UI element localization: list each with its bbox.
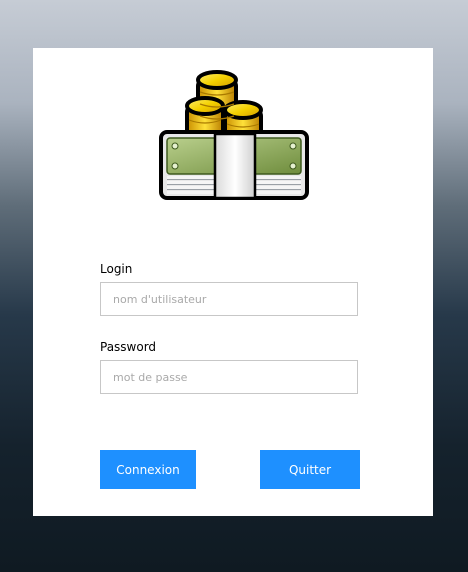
money-stack-icon: [159, 70, 309, 200]
connect-button[interactable]: Connexion: [100, 450, 196, 489]
login-label: Login: [100, 262, 133, 276]
login-card: Login Password Connexion Quitter: [33, 48, 433, 516]
username-input[interactable]: [100, 282, 358, 316]
quit-button[interactable]: Quitter: [260, 450, 360, 489]
password-input[interactable]: [100, 360, 358, 394]
password-label: Password: [100, 340, 157, 354]
